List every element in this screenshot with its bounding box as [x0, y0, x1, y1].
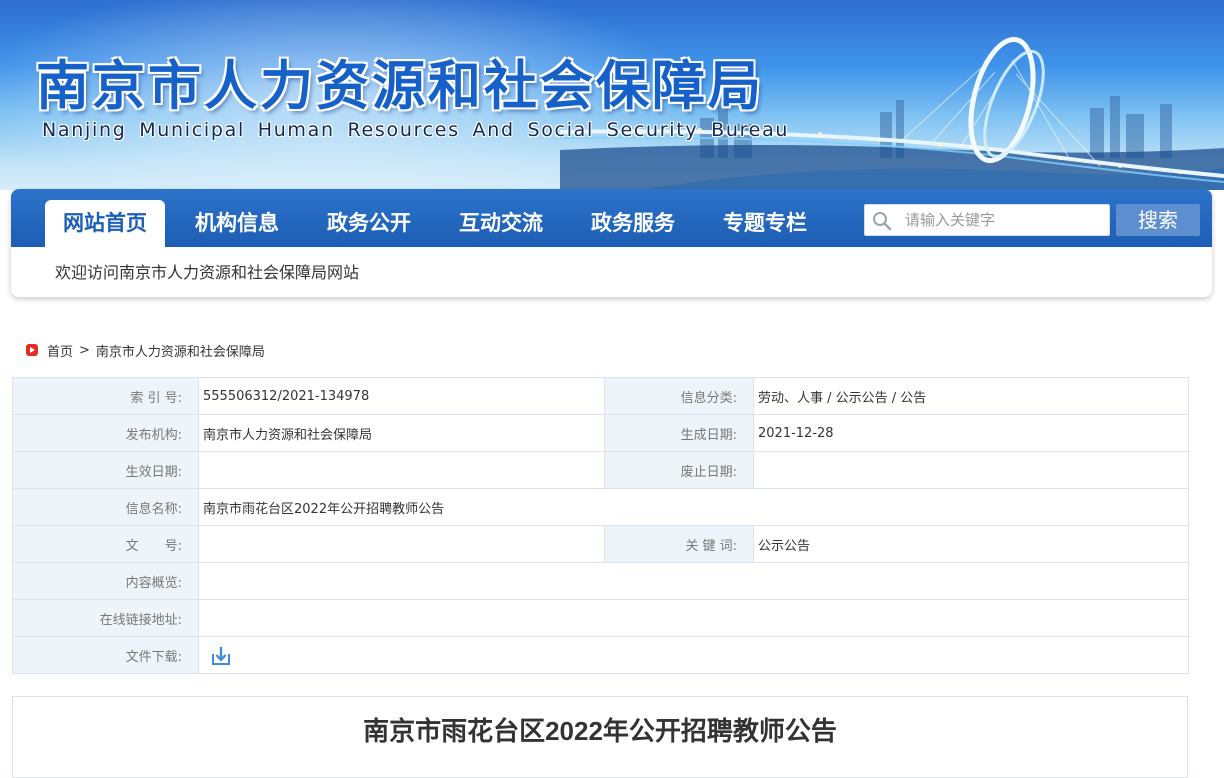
breadcrumb-home-link[interactable]: 首页 [47, 341, 73, 360]
welcome-text: 欢迎访问南京市人力资源和社会保障局网站 [55, 263, 360, 282]
table-row: 文 号: 关 键 词: 公示公告 [12, 525, 1189, 563]
effective-date-value [198, 451, 605, 489]
effective-date-label: 生效日期: [12, 451, 199, 489]
table-row: 内容概览: [12, 562, 1189, 600]
abolished-date-value [753, 451, 1189, 489]
info-table: 索 引 号: 555506312/2021-134978 信息分类: 劳动、人事… [12, 377, 1189, 674]
search-box [864, 204, 1110, 236]
site-title-en: Nanjing Municipal Human Resources And So… [42, 119, 790, 141]
breadcrumb-separator: > [79, 342, 90, 358]
abolished-date-label: 废止日期: [604, 451, 754, 489]
summary-value [198, 562, 1189, 600]
nav-item-topics[interactable]: 专题专栏 [705, 200, 825, 247]
info-name-label: 信息名称: [12, 488, 199, 526]
category-value: 劳动、人事 / 公示公告 / 公告 [753, 377, 1189, 415]
search-button[interactable]: 搜索 [1116, 204, 1200, 236]
nav-item-gov-affairs[interactable]: 政务公开 [309, 200, 429, 247]
search-icon [873, 212, 892, 231]
site-title-cn: 南京市人力资源和社会保障局 [36, 55, 764, 117]
header-banner: 南京市人力资源和社会保障局 Nanjing Municipal Human Re… [0, 0, 1224, 190]
index-no-label: 索 引 号: [12, 377, 199, 415]
doc-no-value [198, 525, 605, 563]
table-row: 文件下载: [12, 636, 1189, 674]
publisher-label: 发布机构: [12, 414, 199, 452]
publisher-value: 南京市人力资源和社会保障局 [198, 414, 605, 452]
summary-label: 内容概览: [12, 562, 199, 600]
table-row: 生效日期: 废止日期: [12, 451, 1189, 489]
category-label: 信息分类: [604, 377, 754, 415]
file-download-label: 文件下载: [12, 636, 199, 674]
file-download-cell [198, 636, 1189, 674]
nav-panel: 网站首页 机构信息 政务公开 互动交流 政务服务 专题专栏 搜索 欢迎访问南京市… [11, 189, 1212, 297]
nav-item-organization[interactable]: 机构信息 [177, 200, 297, 247]
info-name-value: 南京市雨花台区2022年公开招聘教师公告 [198, 488, 1189, 526]
online-link-value [198, 599, 1189, 637]
nav-item-services[interactable]: 政务服务 [573, 200, 693, 247]
online-link-label: 在线链接地址: [12, 599, 199, 637]
table-row: 索 引 号: 555506312/2021-134978 信息分类: 劳动、人事… [12, 377, 1189, 415]
breadcrumb: 首页 > 南京市人力资源和社会保障局 [26, 341, 265, 360]
created-date-value: 2021-12-28 [753, 414, 1189, 452]
table-row: 发布机构: 南京市人力资源和社会保障局 生成日期: 2021-12-28 [12, 414, 1189, 452]
created-date-label: 生成日期: [604, 414, 754, 452]
search-input[interactable] [905, 209, 1101, 231]
index-no-value: 555506312/2021-134978 [198, 377, 605, 415]
play-icon [26, 344, 38, 356]
article-container: 南京市雨花台区2022年公开招聘教师公告 [12, 696, 1188, 778]
table-row: 信息名称: 南京市雨花台区2022年公开招聘教师公告 [12, 488, 1189, 526]
breadcrumb-current-link[interactable]: 南京市人力资源和社会保障局 [96, 341, 265, 360]
table-row: 在线链接地址: [12, 599, 1189, 637]
article-title: 南京市雨花台区2022年公开招聘教师公告 [363, 716, 837, 746]
doc-no-label: 文 号: [12, 525, 199, 563]
keywords-value: 公示公告 [753, 525, 1189, 563]
nav-item-home[interactable]: 网站首页 [45, 200, 165, 247]
nav-item-interaction[interactable]: 互动交流 [441, 200, 561, 247]
keywords-label: 关 键 词: [604, 525, 754, 563]
download-icon[interactable] [211, 646, 231, 666]
main-nav-bar: 网站首页 机构信息 政务公开 互动交流 政务服务 专题专栏 搜索 [11, 189, 1212, 247]
